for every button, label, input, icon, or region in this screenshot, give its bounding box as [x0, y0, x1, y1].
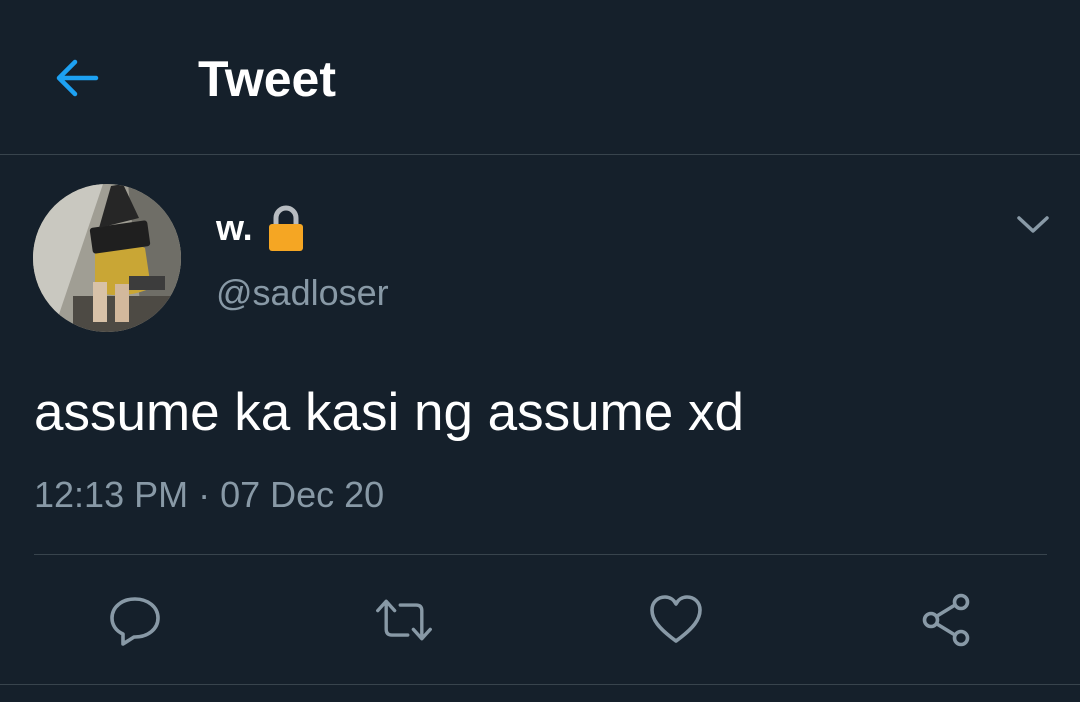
share-icon — [922, 593, 970, 647]
divider-bottom — [0, 684, 1080, 685]
page-title: Tweet — [198, 51, 336, 107]
user-handle[interactable]: @sadloser — [216, 270, 389, 316]
lock-icon — [268, 205, 303, 251]
more-options-button[interactable] — [1010, 202, 1056, 248]
avatar[interactable] — [33, 184, 181, 332]
like-button[interactable] — [646, 590, 706, 650]
like-icon — [650, 595, 702, 643]
display-name[interactable]: w. — [216, 207, 253, 249]
tweet-timestamp: 12:13 PM · 07 Dec 20 — [34, 474, 385, 515]
reply-icon — [110, 597, 160, 646]
profile-photo — [33, 184, 181, 332]
tweet-text: assume ka kasi ng assume xd — [34, 383, 744, 442]
top-app-bar: Tweet — [0, 0, 1080, 155]
share-button[interactable] — [916, 590, 976, 650]
chevron-down-icon — [1017, 216, 1049, 233]
retweet-icon — [376, 599, 432, 641]
arrow-left-icon — [56, 59, 99, 97]
back-button[interactable] — [46, 47, 108, 109]
retweet-button[interactable] — [374, 590, 434, 650]
display-name-row: w. — [216, 202, 305, 254]
tweet-detail-screen: Tweet w. @sadloser assume ka kasi ng ass… — [0, 0, 1080, 702]
reply-button[interactable] — [105, 590, 165, 650]
divider — [34, 554, 1047, 555]
